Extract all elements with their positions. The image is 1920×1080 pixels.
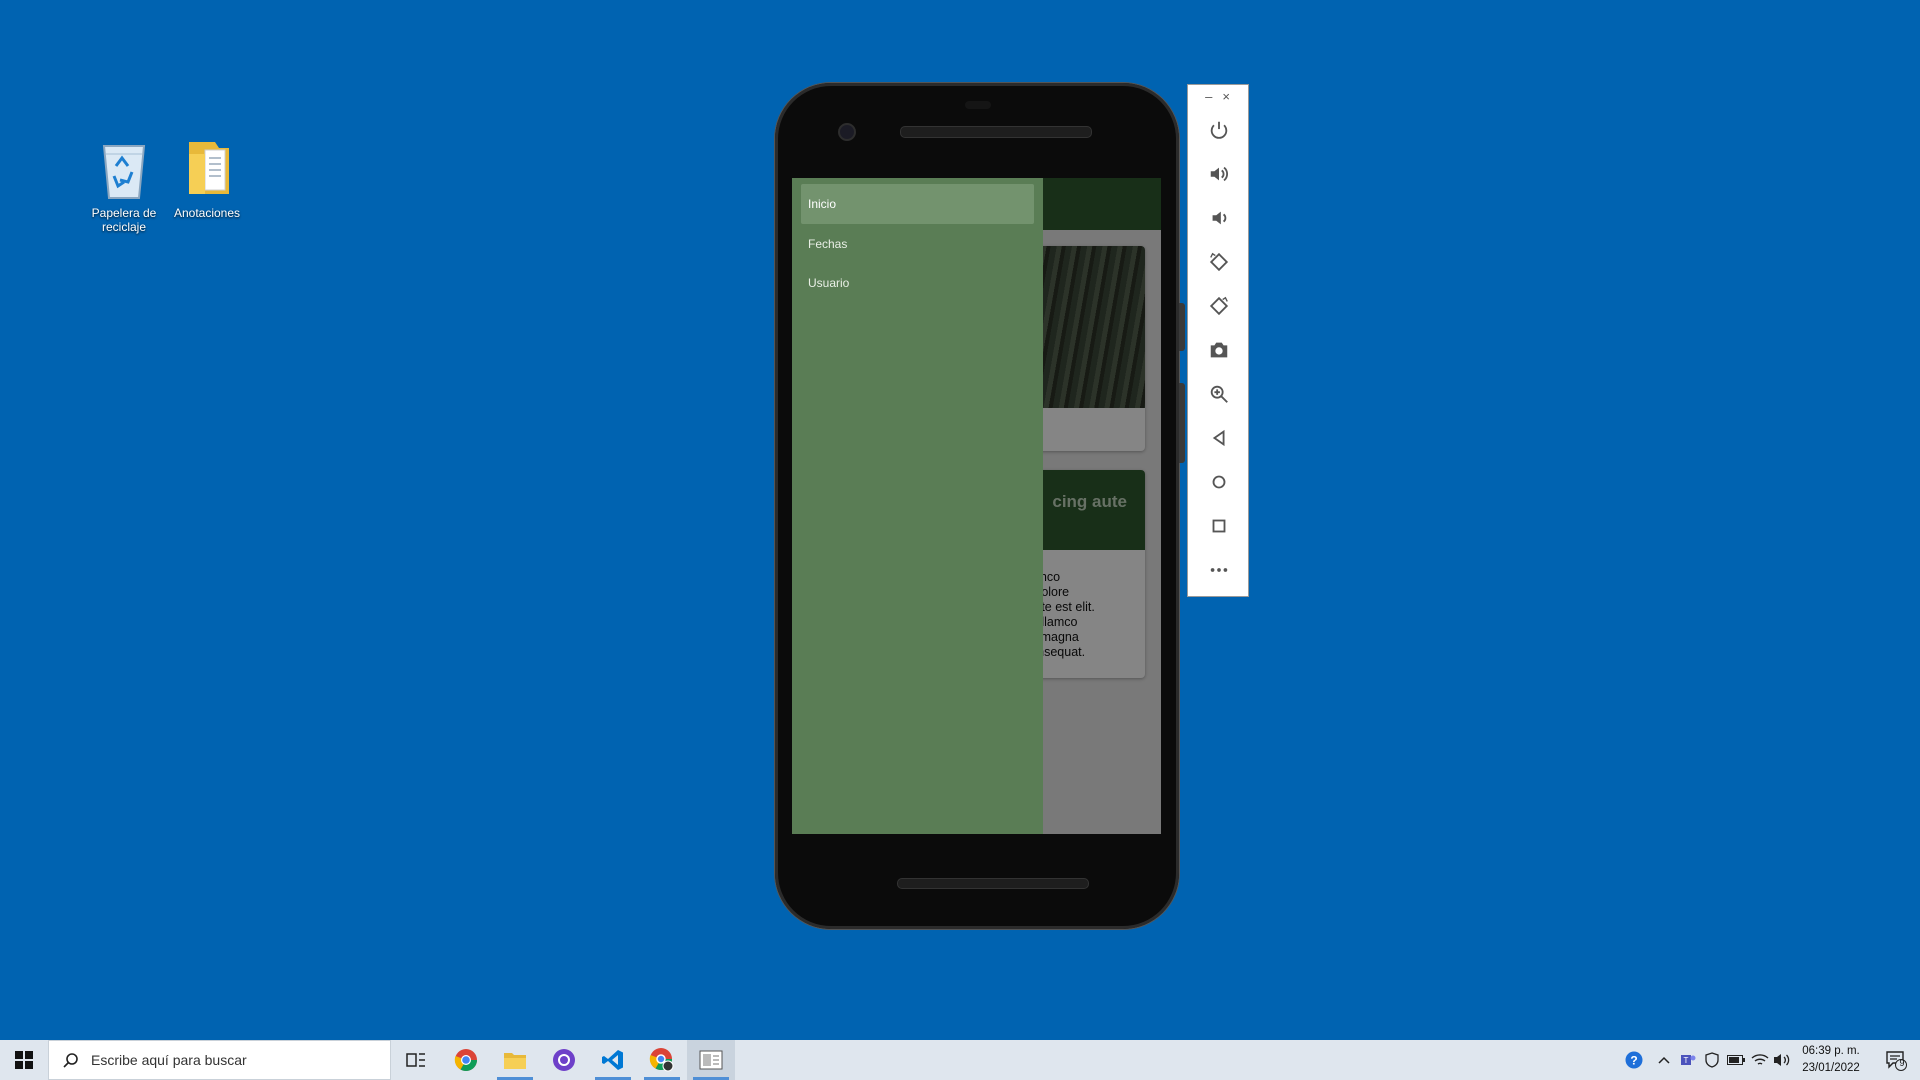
taskbar-clock[interactable]: 06:39 p. m. 23/01/2022 xyxy=(1790,1043,1872,1077)
desktop-icon-anotaciones[interactable]: Anotaciones xyxy=(162,132,252,220)
zoom-icon xyxy=(1210,385,1228,403)
overview-button[interactable] xyxy=(1200,507,1238,545)
notification-count-badge: 9 xyxy=(1899,1058,1905,1068)
front-camera-icon xyxy=(838,123,856,141)
action-center-button[interactable]: 9 xyxy=(1872,1040,1920,1080)
windows-taskbar: Escribe aquí para buscar ? T 06:39 p. m.… xyxy=(0,1040,1920,1080)
phone-bottom-speaker xyxy=(897,878,1089,889)
svg-text:?: ? xyxy=(1630,1054,1637,1068)
vscode-icon xyxy=(602,1050,623,1070)
volume-up-icon xyxy=(1210,166,1228,182)
taskbar-emulator[interactable] xyxy=(687,1040,735,1080)
wifi-icon[interactable] xyxy=(1750,1050,1770,1070)
help-icon[interactable]: ? xyxy=(1624,1050,1644,1070)
screenshot-button[interactable] xyxy=(1200,331,1238,369)
windows-logo-icon xyxy=(15,1051,33,1069)
phone-screen[interactable]: cing aute ullamco on dolore d aute est e… xyxy=(792,178,1161,834)
desktop-icon-recycle-bin[interactable]: Papelera de reciclaje xyxy=(79,132,169,234)
more-icon xyxy=(1210,568,1228,572)
clock-date: 23/01/2022 xyxy=(1802,1062,1860,1074)
phone-earpiece xyxy=(900,126,1092,138)
show-hidden-icons-chevron-icon[interactable] xyxy=(1654,1050,1674,1070)
drawer-item-inicio[interactable]: Inicio xyxy=(801,184,1034,224)
search-icon xyxy=(63,1053,78,1068)
android-emulator-phone: cing aute ullamco on dolore d aute est e… xyxy=(775,83,1185,929)
file-explorer-icon xyxy=(504,1053,526,1069)
search-placeholder: Escribe aquí para buscar xyxy=(91,1052,247,1068)
desktop-icon-label: Anotaciones xyxy=(173,206,241,220)
power-side-button[interactable] xyxy=(1179,303,1185,351)
zoom-button[interactable] xyxy=(1200,375,1238,413)
home-button[interactable] xyxy=(1200,463,1238,501)
desktop-icon-label: Papelera de reciclaje xyxy=(91,206,157,234)
navigation-drawer: Inicio Fechas Usuario xyxy=(792,178,1043,834)
back-button[interactable] xyxy=(1200,419,1238,457)
task-view-button[interactable] xyxy=(392,1040,440,1080)
taskbar-github-desktop[interactable] xyxy=(540,1040,588,1080)
task-view-icon xyxy=(406,1053,425,1067)
home-icon xyxy=(1212,475,1226,489)
taskbar-search-box[interactable]: Escribe aquí para buscar xyxy=(48,1040,391,1080)
volume-up-button[interactable] xyxy=(1200,155,1238,193)
close-button[interactable]: × xyxy=(1222,89,1240,104)
overview-icon xyxy=(1212,519,1226,533)
volume-side-button[interactable] xyxy=(1179,383,1185,463)
battery-icon[interactable] xyxy=(1726,1050,1746,1070)
speaker-volume-icon[interactable] xyxy=(1772,1050,1792,1070)
taskbar-vscode[interactable] xyxy=(589,1040,637,1080)
security-shield-icon[interactable] xyxy=(1702,1050,1722,1070)
drawer-item-fechas[interactable]: Fechas xyxy=(801,224,1034,264)
emulator-icon xyxy=(699,1050,723,1070)
rotate-left-button[interactable] xyxy=(1200,243,1238,281)
chrome-icon xyxy=(454,1049,477,1071)
phone-sensor xyxy=(965,101,991,109)
start-button[interactable] xyxy=(0,1040,48,1080)
drawer-item-usuario[interactable]: Usuario xyxy=(801,263,1034,303)
volume-down-icon xyxy=(1212,211,1227,225)
folder-icon xyxy=(175,132,239,202)
more-button[interactable] xyxy=(1200,551,1238,589)
rotate-right-icon xyxy=(1209,296,1229,316)
github-desktop-icon xyxy=(553,1049,575,1071)
teams-icon[interactable]: T xyxy=(1678,1050,1698,1070)
toolbar-window-controls: –× xyxy=(1205,89,1240,104)
back-icon xyxy=(1212,429,1225,447)
recycle-bin-icon xyxy=(92,132,156,202)
power-button[interactable] xyxy=(1200,111,1238,149)
volume-down-button[interactable] xyxy=(1200,199,1238,237)
clock-time: 06:39 p. m. xyxy=(1802,1045,1860,1057)
emulator-toolbar: –× xyxy=(1187,84,1249,597)
chrome-profile-icon xyxy=(649,1048,674,1072)
taskbar-chrome[interactable] xyxy=(442,1040,490,1080)
taskbar-file-explorer[interactable] xyxy=(491,1040,539,1080)
taskbar-chrome-profile[interactable] xyxy=(638,1040,686,1080)
rotate-right-button[interactable] xyxy=(1200,287,1238,325)
rotate-left-icon xyxy=(1209,252,1229,272)
power-icon xyxy=(1210,121,1228,139)
svg-text:T: T xyxy=(1684,1056,1689,1065)
camera-icon xyxy=(1210,342,1228,358)
minimize-button[interactable]: – xyxy=(1205,89,1222,104)
